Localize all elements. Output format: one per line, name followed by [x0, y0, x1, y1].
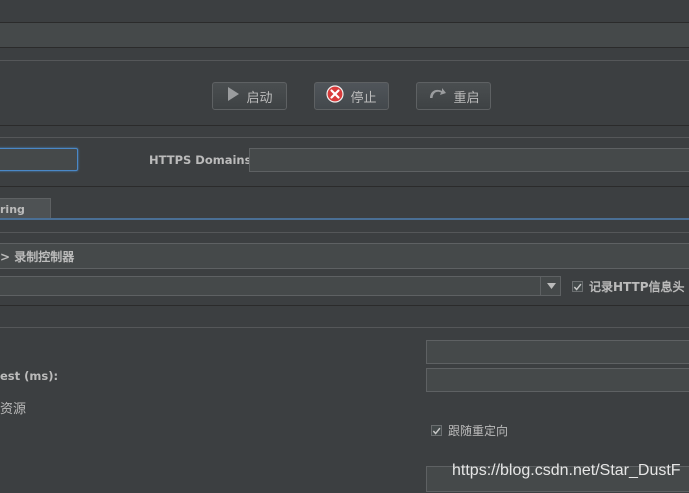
grouping-select[interactable]: [0, 276, 561, 296]
timeout-label: est (ms):: [0, 369, 59, 383]
watermark-text: https://blog.csdn.net/Star_DustF: [452, 462, 681, 479]
record-headers-label: 记录HTTP信息头: [589, 280, 685, 294]
divider: [0, 186, 689, 187]
timeout-input[interactable]: [426, 368, 689, 392]
restart-icon: [427, 86, 447, 106]
divider: [0, 327, 689, 328]
resources-label: 资源: [0, 402, 27, 417]
tab-underline: [0, 218, 689, 220]
https-domains-input[interactable]: [249, 148, 689, 172]
tab-filtering-label: ring: [0, 202, 25, 216]
restart-button[interactable]: 重启: [416, 82, 491, 110]
chevron-down-icon[interactable]: [540, 276, 561, 295]
divider: [0, 232, 689, 233]
divider: [0, 125, 689, 126]
target-controller-row[interactable]: > 录制控制器: [0, 243, 689, 269]
restart-button-label: 重启: [453, 90, 480, 106]
divider: [0, 60, 689, 61]
port-input[interactable]: [0, 148, 78, 171]
title-strip: [0, 23, 689, 47]
stop-icon: [326, 85, 345, 107]
play-icon: [226, 86, 240, 106]
checkbox-checked-icon: [572, 281, 583, 292]
follow-redirects-checkbox[interactable]: 跟随重定向: [431, 422, 508, 439]
stop-button[interactable]: 停止: [314, 82, 389, 110]
checkbox-checked-icon: [431, 425, 442, 436]
settings-input-1[interactable]: [426, 340, 689, 364]
divider: [0, 137, 689, 138]
start-button[interactable]: 启动: [212, 82, 287, 110]
follow-redirects-label: 跟随重定向: [448, 424, 509, 438]
record-headers-checkbox[interactable]: 记录HTTP信息头: [572, 278, 685, 295]
divider: [0, 47, 689, 48]
target-controller-label: > 录制控制器: [0, 250, 75, 264]
tab-filtering[interactable]: ring: [0, 198, 51, 219]
https-domains-label: HTTPS Domains:: [149, 153, 257, 167]
stop-button-label: 停止: [350, 90, 377, 106]
divider: [0, 305, 689, 306]
start-button-label: 启动: [246, 90, 273, 106]
